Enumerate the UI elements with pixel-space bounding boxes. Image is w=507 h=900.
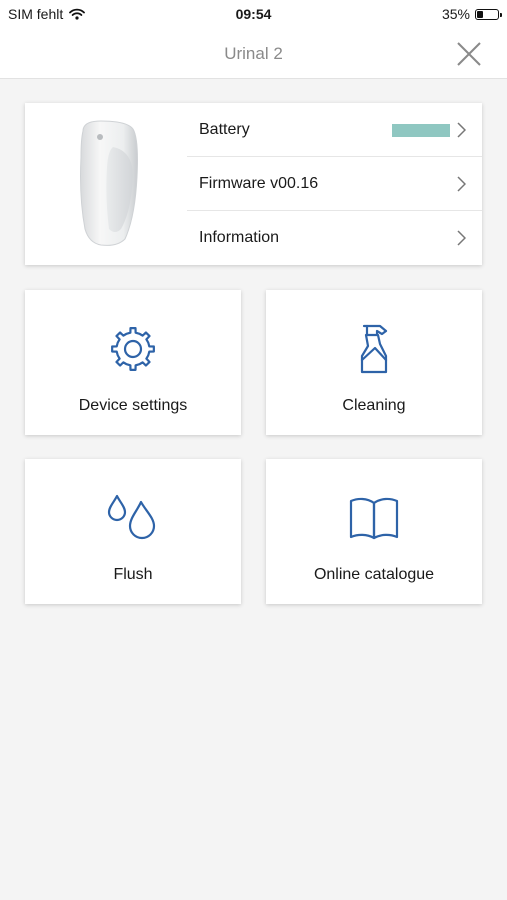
clock: 09:54 <box>235 6 272 22</box>
battery-icon-fill <box>477 10 484 18</box>
spray-bottle-icon <box>360 324 388 374</box>
firmware-row[interactable]: Firmware v00.16 <box>187 157 482 211</box>
online-catalogue-tile[interactable]: Online catalogue <box>266 459 482 604</box>
information-row-label: Information <box>199 228 280 246</box>
battery-icon <box>475 8 502 20</box>
tile-label: Cleaning <box>342 397 406 414</box>
gear-icon <box>111 327 155 371</box>
battery-level-bar <box>392 124 450 137</box>
tile-icon-wrap <box>25 491 241 545</box>
flush-tile[interactable]: Flush <box>25 459 241 604</box>
info-rows: Battery Firmware v00.16 Information <box>187 103 482 264</box>
chevron-right-icon <box>457 176 466 192</box>
tile-label: Online catalogue <box>313 566 435 583</box>
open-book-icon <box>349 497 399 540</box>
tile-label: Device settings <box>78 397 188 414</box>
nav-header: Urinal 2 <box>0 28 507 79</box>
status-right: 35% <box>441 6 502 22</box>
tile-icon-wrap <box>25 322 241 376</box>
device-settings-tile[interactable]: Device settings <box>25 290 241 435</box>
tile-icon-wrap <box>266 491 482 545</box>
battery-row[interactable]: Battery <box>187 103 482 157</box>
tile-icon-wrap <box>266 322 482 376</box>
battery-row-label: Battery <box>199 120 250 138</box>
chevron-right-icon <box>457 230 466 246</box>
battery-percent: 35% <box>441 6 470 22</box>
tile-label: Flush <box>113 566 153 583</box>
status-bar: SIM fehlt 09:54 35% <box>0 0 507 28</box>
firmware-row-label: Firmware v00.16 <box>199 174 319 192</box>
cleaning-tile[interactable]: Cleaning <box>266 290 482 435</box>
water-drops-icon <box>107 494 156 540</box>
close-icon[interactable] <box>455 40 483 68</box>
urinal-product-image <box>80 120 138 246</box>
device-info-card: Battery Firmware v00.16 Information <box>25 103 482 265</box>
battery-level-fill <box>392 124 450 137</box>
chevron-right-icon <box>457 122 466 138</box>
page-title: Urinal 2 <box>224 44 283 63</box>
information-row[interactable]: Information <box>187 211 482 264</box>
